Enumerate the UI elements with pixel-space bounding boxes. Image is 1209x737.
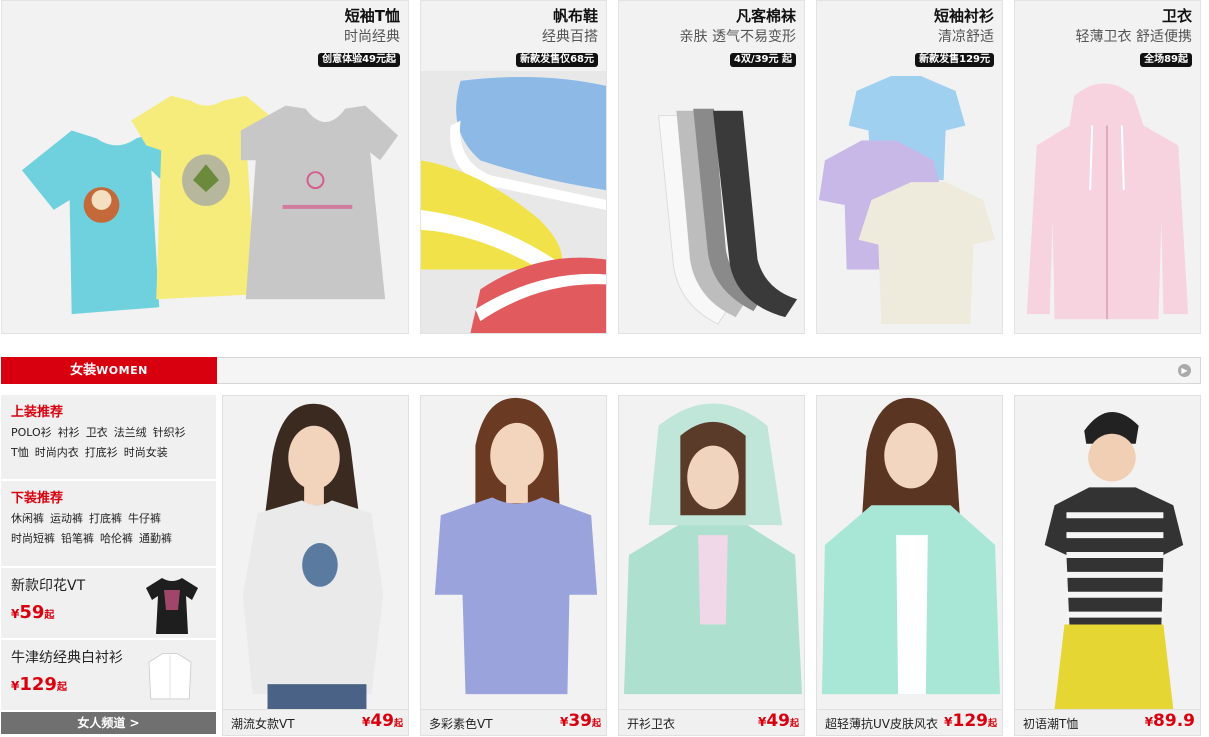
promo-subtitle: 亲肤 透气不易变形: [679, 29, 796, 45]
product-name[interactable]: 多彩素色VT: [429, 715, 493, 732]
sidebar-link[interactable]: 卫衣: [86, 426, 108, 439]
sidebar-link[interactable]: 打底衫: [85, 446, 118, 459]
model-photo: [421, 396, 606, 709]
tshirts-image: [2, 61, 408, 333]
product-footer: 潮流女款VT ¥49起: [223, 709, 408, 735]
arrow-right-icon[interactable]: ▶: [1178, 364, 1191, 377]
sidebar-link[interactable]: 时尚短裤: [11, 532, 55, 545]
sidebar-link[interactable]: POLO衫: [11, 426, 52, 439]
promo-title: 短袖T恤: [344, 7, 400, 25]
product-card[interactable]: 开衫卫衣 ¥49起: [618, 395, 805, 736]
product-name[interactable]: 开衫卫衣: [627, 715, 675, 732]
promo-tile-tshirts[interactable]: 短袖T恤 时尚经典 创意体验49元起: [1, 0, 409, 334]
model-photo: [619, 396, 804, 709]
promo-badge: 全场89起: [1140, 53, 1192, 67]
sidebar-link[interactable]: T恤: [11, 446, 29, 459]
product-name[interactable]: 潮流女款VT: [231, 715, 295, 732]
promo-tile-canvas-shoes[interactable]: 帆布鞋 经典百搭 新款发售仅68元: [420, 0, 607, 334]
promo-subtitle: 时尚经典: [344, 29, 400, 45]
product-price: ¥49起: [757, 711, 799, 731]
product-card[interactable]: 超轻薄抗UV皮肤风衣 ¥129起: [816, 395, 1003, 736]
hoodie-image: [1015, 71, 1200, 333]
promo-title: 帆布鞋: [552, 7, 598, 25]
socks-image: [619, 71, 804, 333]
promo-title: 凡客棉袜: [735, 7, 796, 25]
tops-recommend: 上装推荐 POLO衫 衬衫 卫衣 法兰绒 针织衫 T恤 时尚内衣 打底衫 时尚女装: [1, 395, 216, 481]
sidebar-link[interactable]: 通勤裤: [139, 532, 172, 545]
product-name[interactable]: 初语潮T恤: [1023, 715, 1078, 732]
model-photo: [223, 396, 408, 709]
side-promo-printed-vt[interactable]: 新款印花VT ¥59起: [1, 568, 216, 640]
product-card[interactable]: 初语潮T恤 ¥89.9: [1014, 395, 1201, 736]
sidebar-link[interactable]: 针织衫: [153, 426, 186, 439]
black-tshirt-image: [146, 578, 198, 634]
sidebar-link[interactable]: 衬衫: [58, 426, 80, 439]
product-card[interactable]: 多彩素色VT ¥39起: [420, 395, 607, 736]
promo-badge: 4双/39元 起: [729, 53, 796, 67]
sidebar-link[interactable]: 运动裤: [50, 512, 83, 525]
women-sidebar: 上装推荐 POLO衫 衬衫 卫衣 法兰绒 针织衫 T恤 时尚内衣 打底衫 时尚女装 下装推荐 …: [1, 395, 216, 734]
white-shirt-image: [148, 652, 192, 700]
sidebar-link[interactable]: 法兰绒: [114, 426, 147, 439]
product-footer: 开衫卫衣 ¥49起: [619, 709, 804, 735]
product-card[interactable]: 潮流女款VT ¥49起: [222, 395, 409, 736]
women-channel-link[interactable]: 女人频道 >: [1, 712, 216, 734]
tab-women-label-cn: 女装: [70, 363, 97, 378]
product-price: ¥39起: [559, 711, 601, 731]
promo-subtitle: 清凉舒适: [938, 29, 994, 45]
sidebar-link[interactable]: 时尚女装: [124, 446, 168, 459]
sidebar-link[interactable]: 时尚内衣: [35, 446, 79, 459]
product-price: ¥89.9: [1144, 711, 1195, 731]
promo-tile-socks[interactable]: 凡客棉袜 亲肤 透气不易变形 4双/39元 起: [618, 0, 805, 334]
product-footer: 初语潮T恤 ¥89.9: [1015, 709, 1200, 735]
sidebar-link[interactable]: 哈伦裤: [100, 532, 133, 545]
tab-women[interactable]: 女装WOMEN: [1, 357, 217, 384]
promo-subtitle: 轻薄卫衣 舒适便携: [1075, 29, 1192, 45]
product-name[interactable]: 超轻薄抗UV皮肤风衣: [825, 715, 938, 732]
tab-women-label-en: WOMEN: [96, 364, 148, 377]
promo-badge: 新款发售129元: [915, 53, 994, 67]
promo-subtitle: 经典百搭: [542, 29, 598, 45]
promo-tile-shirts[interactable]: 短袖衬衫 清凉舒适 新款发售129元: [816, 0, 1003, 334]
promo-title: 卫衣: [1161, 7, 1192, 25]
product-footer: 多彩素色VT ¥39起: [421, 709, 606, 735]
side-promo-white-shirt[interactable]: 牛津纺经典白衬衫 ¥129起: [1, 640, 216, 712]
model-photo: [817, 396, 1002, 709]
product-price: ¥49起: [361, 711, 403, 731]
model-photo: [1015, 396, 1200, 709]
promo-badge: 新款发售仅68元: [516, 53, 598, 67]
bottoms-recommend: 下装推荐 休闲裤 运动裤 打底裤 牛仔裤 时尚短裤 铅笔裤 哈伦裤 通勤裤: [1, 481, 216, 568]
tops-heading[interactable]: 上装推荐: [11, 403, 206, 423]
sidebar-link[interactable]: 休闲裤: [11, 512, 44, 525]
product-price: ¥129起: [944, 711, 997, 731]
sidebar-link[interactable]: 打底裤: [89, 512, 122, 525]
product-footer: 超轻薄抗UV皮肤风衣 ¥129起: [817, 709, 1002, 735]
category-bar: 女装WOMEN ▶: [1, 357, 1201, 384]
bottoms-heading[interactable]: 下装推荐: [11, 489, 206, 509]
sidebar-link[interactable]: 牛仔裤: [128, 512, 161, 525]
shirts-image: [817, 71, 1002, 333]
promo-tile-hoodie[interactable]: 卫衣 轻薄卫衣 舒适便携 全场89起: [1014, 0, 1201, 334]
promo-title: 短袖衬衫: [933, 7, 994, 25]
sidebar-link[interactable]: 铅笔裤: [61, 532, 94, 545]
canvas-shoes-image: [421, 71, 606, 333]
